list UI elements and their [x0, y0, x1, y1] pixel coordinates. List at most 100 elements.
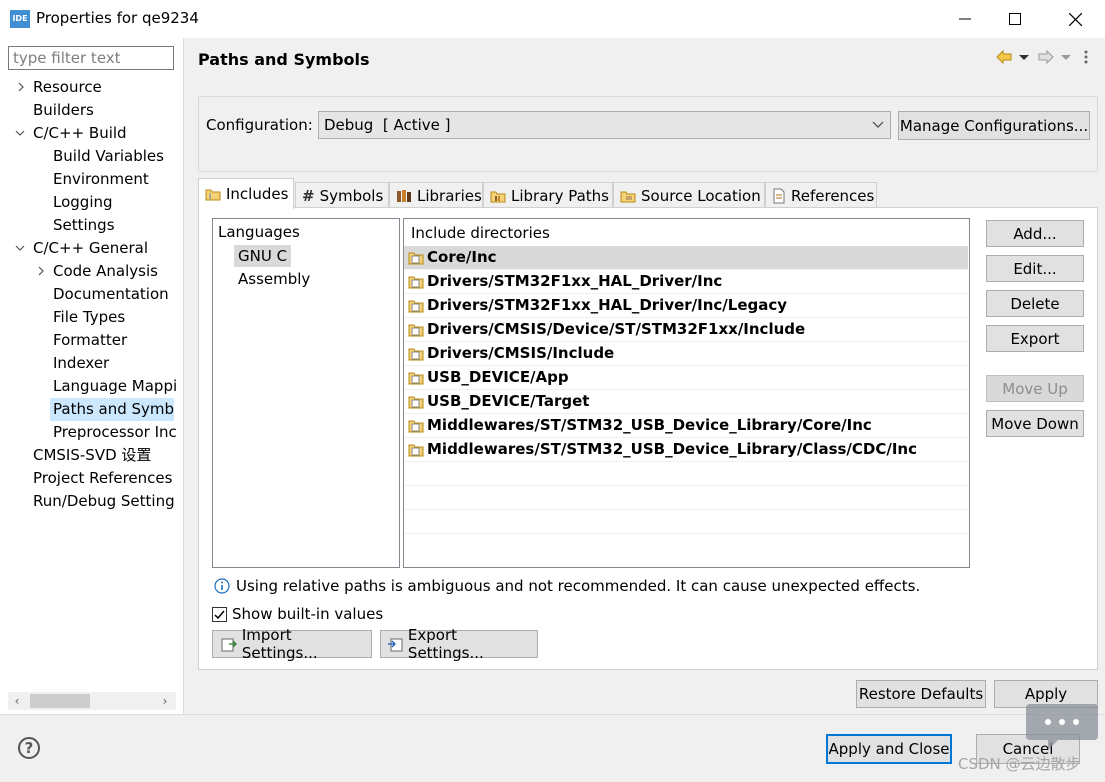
forward-arrow-icon: [1038, 50, 1054, 64]
tree-item-label: Build Variables: [53, 147, 164, 165]
tree-item-label: Code Analysis: [53, 262, 158, 280]
tree-item-settings[interactable]: Settings: [0, 214, 184, 237]
scroll-left-icon[interactable]: ‹: [10, 694, 24, 708]
app-icon: IDE: [10, 10, 30, 28]
tree-item-language-mappings[interactable]: Language Mappi: [0, 375, 184, 398]
table-row[interactable]: Middlewares/ST/STM32_USB_Device_Library/…: [404, 438, 968, 462]
move-down-button[interactable]: Move Down: [986, 410, 1084, 437]
close-button[interactable]: [1050, 0, 1100, 38]
svg-text:i: i: [209, 192, 211, 201]
minimize-icon: [959, 18, 971, 20]
export-button[interactable]: Export: [986, 325, 1084, 352]
back-button[interactable]: [996, 46, 1030, 68]
table-row[interactable]: Middlewares/ST/STM32_USB_Device_Library/…: [404, 414, 968, 438]
include-folder-icon: [408, 420, 424, 433]
export-settings-button[interactable]: Export Settings...: [380, 626, 538, 662]
source-folder-icon: [620, 191, 636, 202]
table-row-empty: [404, 510, 968, 534]
tree-item-resource[interactable]: Resource: [0, 76, 184, 99]
view-menu-button[interactable]: [1083, 46, 1089, 68]
tree-item-label: C/C++ General: [33, 239, 149, 257]
chat-bubble-icon: [1024, 700, 1100, 756]
maximize-button[interactable]: [990, 0, 1040, 38]
table-row[interactable]: Drivers/CMSIS/Device/ST/STM32F1xx/Includ…: [404, 318, 968, 342]
restore-defaults-button[interactable]: Restore Defaults: [856, 680, 986, 708]
import-settings-button[interactable]: Import Settings...: [212, 626, 372, 662]
tree-item-paths-and-symbols[interactable]: Paths and Symbo: [50, 398, 174, 421]
tree-item-environment[interactable]: Environment: [0, 168, 184, 191]
include-path: Drivers/STM32F1xx_HAL_Driver/Inc: [427, 272, 723, 290]
table-row-empty: [404, 462, 968, 486]
tab-source-location[interactable]: Source Location: [613, 182, 765, 208]
table-row-empty: [404, 486, 968, 510]
tree-item-logging[interactable]: Logging: [0, 191, 184, 214]
tree-item-build-variables[interactable]: Build Variables: [0, 145, 184, 168]
table-row[interactable]: Core/Inc: [404, 246, 968, 270]
include-folder-icon: [408, 324, 424, 337]
chat-icon: [1026, 704, 1098, 750]
tree-item-project-references[interactable]: Project References: [0, 467, 184, 490]
tree-item-cpp-build[interactable]: C/C++ Build: [0, 122, 184, 145]
add-button[interactable]: Add...: [986, 220, 1084, 247]
checkbox-label: Show built-in values: [232, 605, 384, 623]
chevron-down-icon[interactable]: [15, 128, 25, 138]
tab-symbols[interactable]: # Symbols: [295, 182, 389, 208]
apply-and-close-button[interactable]: Apply and Close: [826, 734, 952, 764]
filter-input[interactable]: [8, 46, 174, 70]
page-title: Paths and Symbols: [198, 50, 370, 69]
tree-item-documentation[interactable]: Documentation: [0, 283, 184, 306]
tree-item-code-analysis[interactable]: Code Analysis: [0, 260, 184, 283]
tree-item-file-types[interactable]: File Types: [0, 306, 184, 329]
language-item-gnu-c[interactable]: GNU C: [234, 245, 292, 267]
tree-item-formatter[interactable]: Formatter: [0, 329, 184, 352]
tree-item-preprocessor-include[interactable]: Preprocessor Inc: [0, 421, 184, 444]
tree-item-run-debug-settings[interactable]: Run/Debug Setting: [0, 490, 184, 513]
table-row[interactable]: Drivers/STM32F1xx_HAL_Driver/Inc/Legacy: [404, 294, 968, 318]
checkmark-icon: [214, 610, 225, 619]
tree-item-label: C/C++ Build: [33, 124, 127, 142]
include-path: Drivers/STM32F1xx_HAL_Driver/Inc/Legacy: [427, 296, 788, 314]
button-label: Export Settings...: [407, 626, 484, 662]
tab-label: Libraries: [417, 186, 482, 205]
help-icon[interactable]: ?: [18, 737, 40, 759]
scroll-right-icon[interactable]: ›: [158, 694, 172, 708]
scrollbar-thumb[interactable]: [30, 694, 90, 708]
table-row[interactable]: USB_DEVICE/App: [404, 366, 968, 390]
table-row[interactable]: Drivers/STM32F1xx_HAL_Driver/Inc: [404, 270, 968, 294]
tree-item-indexer[interactable]: Indexer: [0, 352, 184, 375]
move-up-button[interactable]: Move Up: [986, 375, 1084, 402]
tab-references[interactable]: References: [765, 182, 877, 208]
tab-includes[interactable]: i Includes: [198, 178, 294, 209]
tab-library-paths[interactable]: Library Paths: [483, 182, 613, 208]
manage-configurations-button[interactable]: Manage Configurations...: [898, 111, 1090, 140]
table-row[interactable]: USB_DEVICE/Target: [404, 390, 968, 414]
include-path: Drivers/CMSIS/Include: [427, 344, 615, 362]
chevron-right-icon[interactable]: [36, 266, 46, 276]
table-row[interactable]: Drivers/CMSIS/Include: [404, 342, 968, 366]
tab-label: Symbols: [319, 186, 384, 205]
tree-item-label: Indexer: [53, 354, 110, 372]
show-builtin-values-checkbox[interactable]: Show built-in values: [212, 605, 383, 623]
tree-item-label: Environment: [53, 170, 149, 188]
checkbox[interactable]: [212, 606, 227, 622]
forward-button[interactable]: [1038, 46, 1072, 68]
tree-item-label: Preprocessor Inc: [53, 423, 177, 441]
configuration-select[interactable]: Debug [ Active ]: [318, 111, 891, 139]
relative-path-warning: Using relative paths is ambiguous and no…: [214, 577, 920, 595]
language-item-assembly[interactable]: Assembly: [234, 268, 314, 290]
minimize-button[interactable]: [940, 0, 990, 38]
chevron-down-icon[interactable]: [15, 243, 25, 253]
tab-libraries[interactable]: Libraries: [389, 182, 483, 208]
edit-button[interactable]: Edit...: [986, 255, 1084, 282]
include-path: USB_DEVICE/App: [427, 368, 569, 386]
library-books-icon: [397, 189, 411, 202]
hash-icon: #: [302, 186, 315, 205]
delete-button[interactable]: Delete: [986, 290, 1084, 317]
info-text: Using relative paths is ambiguous and no…: [236, 577, 921, 595]
include-folder-icon: [408, 348, 424, 361]
chevron-right-icon[interactable]: [16, 82, 26, 92]
tree-item-label: Formatter: [53, 331, 128, 349]
tree-item-cpp-general[interactable]: C/C++ General: [0, 237, 184, 260]
tree-item-builders[interactable]: Builders: [0, 99, 184, 122]
tree-item-cmsis-svd[interactable]: CMSIS-SVD 设置: [0, 444, 184, 467]
